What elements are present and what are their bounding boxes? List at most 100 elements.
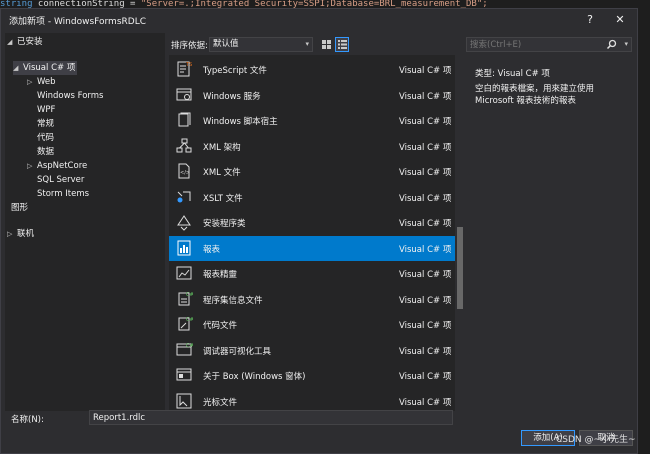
list-item-name: 報表精靈 (203, 270, 238, 280)
code-editor-background: string connectionString = "Server=.;Inte… (0, 0, 650, 8)
list-item-name: 光标文件 (203, 397, 238, 408)
list-item-type: Visual C# 项 (399, 244, 452, 255)
list-item-type: Visual C# 项 (399, 168, 452, 178)
list-item-name: 程序集信息文件 (203, 295, 263, 306)
help-button[interactable]: ? (581, 11, 599, 29)
typescript-file-icon: TS (175, 60, 193, 78)
list-item-type: Visual C# 项 (399, 372, 452, 382)
list-item-type: Visual C# 项 (399, 117, 452, 127)
list-item-name: Windows 脚本宿主 (203, 117, 278, 127)
assembly-info-icon: C# (175, 290, 194, 308)
detail-type-label: 类型: (475, 69, 495, 79)
close-button[interactable]: ✕ (611, 11, 629, 29)
tree-item-online[interactable]: ▷ 联机 (7, 227, 34, 241)
search-box: ▾ (466, 37, 632, 52)
report-icon (175, 239, 193, 257)
list-item-name: 调试器可视化工具 (203, 346, 272, 357)
collapsed-arrow-icon: ▷ (27, 78, 33, 86)
xml-schema-icon (175, 137, 193, 155)
name-label: 名称(N): (11, 415, 44, 425)
sort-dropdown[interactable]: 默认值 ▾ (209, 37, 313, 52)
list-item-name: XML 文件 (203, 168, 241, 178)
list-view-button[interactable] (335, 37, 349, 52)
list-item-type: Visual C# 项 (399, 397, 452, 408)
scrollbar-thumb[interactable] (457, 227, 463, 309)
dialog-titlebar: 添加新项 - WindowsFormsRDLC ? ✕ (1, 9, 637, 31)
grid-view-icon (322, 40, 331, 49)
list-item-name: 代码文件 (203, 321, 238, 331)
list-scrollbar[interactable] (456, 55, 464, 411)
list-view-icon (338, 40, 347, 49)
tree-item-code[interactable]: 代码 (37, 131, 54, 145)
list-item[interactable]: C# 代码文件 Visual C# 项 (169, 312, 455, 337)
list-item[interactable]: C# 程序集信息文件 Visual C# 项 (169, 287, 455, 312)
search-icon[interactable] (606, 39, 617, 50)
list-item-type: Visual C# 项 (399, 142, 452, 153)
list-item-type: Visual C# 项 (399, 193, 452, 204)
code-file-icon: C# (175, 315, 194, 333)
tree-item-data[interactable]: 数据 (37, 145, 54, 159)
svg-text:C#: C# (186, 317, 193, 323)
tree-item-wpf[interactable]: WPF (37, 103, 55, 117)
sort-label: 排序依据: (171, 41, 208, 51)
detail-description: 空白的報表檔案，用來建立使用 Microsoft 報表技術的報表 (475, 84, 595, 106)
tree-item-aspnetcore[interactable]: ▷ AspNetCore (27, 159, 87, 173)
svg-text:TS: TS (185, 62, 192, 68)
list-item-name: XML 架构 (203, 142, 241, 153)
report-wizard-icon (175, 264, 193, 282)
list-item-type: Visual C# 项 (399, 91, 452, 102)
tree-item-visual-cs[interactable]: ◢ Visual C# 项 (13, 61, 77, 75)
watermark-text: CSDN @~小先生~ (556, 435, 636, 445)
add-new-item-dialog: 添加新项 - WindowsFormsRDLC ? ✕ ◢ 已安装 ◢ Visual… (0, 8, 638, 454)
collapsed-arrow-icon: ▷ (27, 162, 33, 170)
tree-item-storm-items[interactable]: Storm Items (37, 187, 89, 201)
cursor-file-icon (175, 392, 193, 410)
list-item[interactable]: TS TypeScript 文件 Visual C# 项 (169, 57, 455, 82)
list-item[interactable]: 報表精靈 Visual C# 项 (169, 261, 455, 286)
chevron-down-icon[interactable]: ▾ (624, 38, 628, 51)
tree-item-sql-server[interactable]: SQL Server (37, 173, 84, 187)
list-item-type: Visual C# 项 (399, 66, 452, 76)
list-item[interactable]: </> XML 文件 Visual C# 项 (169, 159, 455, 184)
list-item[interactable]: Windows 服务 Visual C# 项 (169, 83, 455, 108)
tree-item-windows-forms[interactable]: Windows Forms (37, 89, 104, 103)
collapsed-arrow-icon: ▷ (7, 230, 13, 238)
list-item[interactable]: C# 调试器可视化工具 Visual C# 项 (169, 338, 455, 363)
code-plain-text: connectionString = (32, 0, 141, 8)
list-item[interactable]: 关于 Box (Windows 窗体) Visual C# 项 (169, 363, 455, 388)
list-item-type: Visual C# 项 (399, 219, 452, 229)
search-input[interactable] (470, 38, 610, 51)
grid-view-button[interactable] (319, 37, 333, 52)
chevron-down-icon: ▾ (305, 40, 309, 48)
list-item[interactable]: 安装程序类 Visual C# 项 (169, 210, 455, 235)
detail-panel: 类型: Visual C# 项 空白的報表檔案，用來建立使用 Microsoft… (467, 55, 633, 411)
debugger-visualizer-icon: C# (175, 341, 194, 359)
svg-text:C#: C# (186, 343, 193, 349)
list-item[interactable]: XSLT 文件 Visual C# 项 (169, 185, 455, 210)
tree-item-general[interactable]: 常规 (37, 117, 54, 131)
tree-item-graphics[interactable]: 图形 (11, 201, 28, 215)
sort-value: 默认值 (213, 39, 239, 49)
tree-item-web[interactable]: ▷ Web (27, 75, 56, 89)
expanded-arrow-icon: ◢ (13, 64, 19, 72)
code-string: "Server=.;Integrated Security=SSPI;Datab… (140, 0, 488, 8)
list-item-type: Visual C# 项 (399, 346, 452, 357)
name-input[interactable] (89, 410, 453, 425)
list-item[interactable]: XML 架构 Visual C# 项 (169, 134, 455, 159)
installer-class-icon (175, 213, 193, 231)
detail-type-value: Visual C# 项 (497, 69, 550, 79)
script-host-icon (175, 111, 193, 129)
windows-service-icon (175, 86, 193, 104)
svg-text:</>: </> (180, 170, 190, 176)
category-tree: ◢ 已安装 ◢ Visual C# 项 ▷ Web Windows Forms WPF… (5, 33, 165, 411)
svg-text:C#: C# (186, 292, 193, 298)
tree-item-installed[interactable]: ◢ 已安装 (7, 35, 43, 49)
list-item-name: TypeScript 文件 (203, 66, 267, 76)
list-item-type: Visual C# 项 (399, 295, 452, 306)
list-item[interactable]: 報表 Visual C# 项 (169, 235, 455, 261)
xml-file-icon: </> (175, 162, 193, 180)
list-item-type: Visual C# 项 (399, 270, 452, 280)
code-keyword: string (0, 0, 33, 8)
list-item[interactable]: Windows 脚本宿主 Visual C# 项 (169, 108, 455, 133)
list-item[interactable]: 光标文件 Visual C# 项 (169, 389, 455, 412)
